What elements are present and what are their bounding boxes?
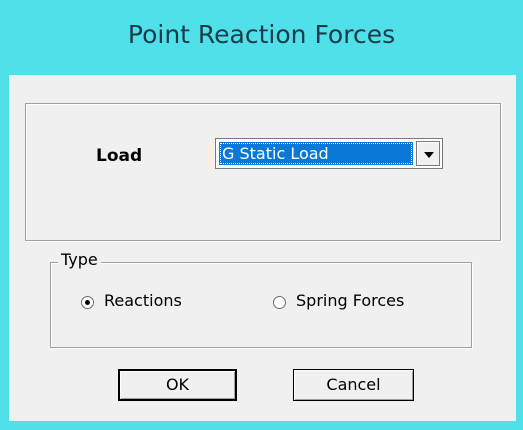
load-combobox[interactable]: G Static Load: [215, 138, 443, 169]
spring-forces-radio[interactable]: [273, 296, 286, 309]
type-group-legend: Type: [58, 250, 101, 270]
load-combobox-value[interactable]: G Static Load: [219, 142, 413, 165]
window-title: Point Reaction Forces: [127, 20, 396, 49]
spring-forces-radio-label[interactable]: Spring Forces: [296, 291, 404, 311]
title-bar[interactable]: Point Reaction Forces: [0, 0, 523, 75]
load-label: Load: [96, 146, 143, 166]
reactions-radio[interactable]: [81, 296, 94, 309]
ok-button[interactable]: OK: [118, 369, 237, 401]
dropdown-button[interactable]: [416, 141, 440, 166]
chevron-down-icon: [424, 152, 434, 158]
load-group-box: [25, 103, 501, 241]
reactions-radio-label[interactable]: Reactions: [104, 291, 182, 311]
dialog-body: Load G Static Load Type Reactions Spring…: [9, 75, 516, 421]
cancel-button[interactable]: Cancel: [293, 369, 414, 401]
